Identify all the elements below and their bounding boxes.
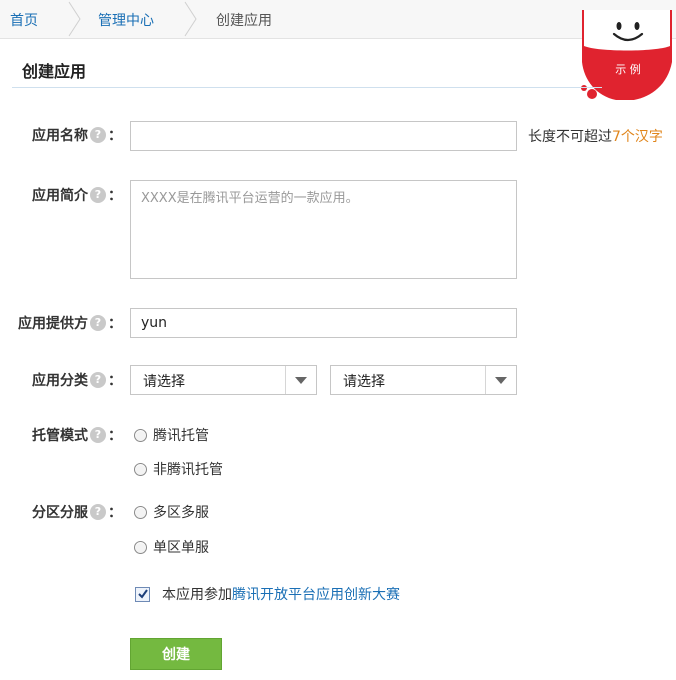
- category-select-secondary-value: 请选择: [343, 374, 385, 390]
- help-icon[interactable]: ?: [90, 427, 106, 443]
- breadcrumb-home-link[interactable]: 首页: [10, 10, 38, 30]
- radio-non-tencent-hosted[interactable]: 非腾讯托管: [134, 459, 223, 479]
- help-icon[interactable]: ?: [90, 372, 106, 388]
- app-intro-textarea[interactable]: XXXX是在腾讯平台运营的一款应用。: [130, 180, 517, 279]
- app-name-hint: 长度不可超过7个汉字: [528, 126, 663, 146]
- breadcrumb: 首页 管理中心 创建应用: [0, 0, 676, 39]
- radio-button[interactable]: [134, 428, 147, 442]
- breadcrumb-separator-icon: [184, 1, 197, 37]
- category-select-primary-value: 请选择: [143, 374, 185, 390]
- radio-button[interactable]: [134, 462, 147, 476]
- checkmark-icon: [138, 588, 148, 599]
- app-name-hint-text: 长度不可超过: [528, 129, 612, 145]
- create-button[interactable]: 创建: [130, 638, 222, 670]
- app-name-input[interactable]: [130, 121, 517, 151]
- chevron-down-icon: [495, 377, 507, 384]
- badge-label: 示 例: [615, 62, 641, 76]
- help-icon[interactable]: ?: [90, 127, 106, 143]
- contest-checkbox-row[interactable]: 本应用参加 腾讯开放平台应用创新大赛: [135, 584, 400, 604]
- app-category-label-text: 应用分类: [32, 373, 88, 389]
- category-select-primary[interactable]: 请选择: [130, 365, 317, 395]
- radio-label: 非腾讯托管: [153, 462, 223, 478]
- radio-label: 多区多服: [153, 505, 209, 521]
- radio-label: 单区单服: [153, 540, 209, 556]
- app-name-hint-limit: 7个汉字: [612, 129, 663, 145]
- label-colon: ：: [108, 505, 122, 521]
- breadcrumb-current: 创建应用: [216, 13, 272, 29]
- help-icon[interactable]: ?: [90, 315, 106, 331]
- help-icon[interactable]: ?: [90, 504, 106, 520]
- label-colon: ：: [108, 373, 122, 389]
- section-divider: [12, 87, 602, 88]
- zone-mode-label-text: 分区分服: [32, 505, 88, 521]
- radio-button[interactable]: [134, 505, 147, 519]
- dropdown-button[interactable]: [285, 366, 316, 394]
- radio-multi-zone[interactable]: 多区多服: [134, 502, 209, 522]
- breadcrumb-separator-icon: [68, 1, 81, 37]
- page-title: 创建应用: [22, 62, 87, 81]
- app-provider-label-text: 应用提供方: [18, 316, 88, 332]
- app-provider-label: 应用提供方 ? ：: [0, 312, 122, 334]
- contest-text: 本应用参加: [162, 587, 232, 603]
- label-colon: ：: [108, 128, 122, 144]
- dropdown-button[interactable]: [485, 366, 516, 394]
- help-icon[interactable]: ?: [90, 187, 106, 203]
- label-colon: ：: [108, 188, 122, 204]
- radio-label: 腾讯托管: [153, 428, 209, 444]
- radio-button[interactable]: [134, 540, 147, 554]
- breadcrumb-admin-link[interactable]: 管理中心: [98, 10, 154, 30]
- category-select-secondary[interactable]: 请选择: [330, 365, 517, 395]
- app-intro-label-text: 应用简介: [32, 188, 88, 204]
- zone-mode-label: 分区分服 ? ：: [0, 501, 122, 523]
- app-name-label: 应用名称 ? ：: [0, 124, 122, 146]
- hosting-mode-label: 托管模式 ? ：: [0, 424, 122, 446]
- chevron-down-icon: [295, 377, 307, 384]
- app-category-label: 应用分类 ? ：: [0, 369, 122, 391]
- app-intro-label: 应用简介 ? ：: [0, 184, 122, 206]
- contest-link[interactable]: 腾讯开放平台应用创新大赛: [232, 584, 400, 604]
- hosting-mode-label-text: 托管模式: [32, 428, 88, 444]
- label-colon: ：: [108, 428, 122, 444]
- radio-single-zone[interactable]: 单区单服: [134, 537, 209, 557]
- app-provider-input[interactable]: [130, 308, 517, 338]
- label-colon: ：: [108, 316, 122, 332]
- example-badge: 示 例: [581, 10, 672, 100]
- contest-checkbox[interactable]: [135, 586, 150, 602]
- app-name-label-text: 应用名称: [32, 128, 88, 144]
- radio-tencent-hosted[interactable]: 腾讯托管: [134, 425, 209, 445]
